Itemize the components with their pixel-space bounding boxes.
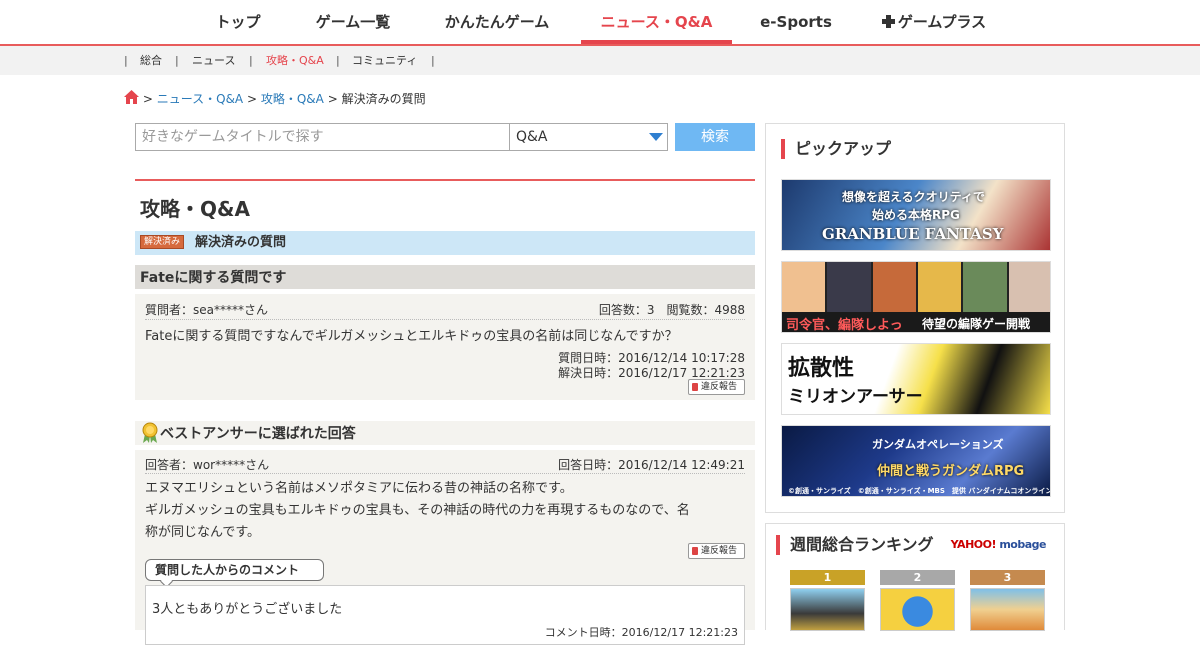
breadcrumb-news-qa[interactable]: ニュース・Q&A [157, 92, 243, 106]
question-title-bar: Fateに関する質問です [135, 265, 755, 289]
subnav-general[interactable]: 総合 [140, 46, 162, 75]
subnav-separator: | [431, 54, 435, 67]
trash-icon [692, 547, 698, 555]
banner-million-arthur[interactable]: 拡散性 ミリオンアーサー [781, 343, 1051, 415]
dotted-divider [145, 473, 745, 474]
nav-game-plus[interactable]: ゲームプラス [872, 0, 996, 44]
question-asker: 質問者：sea*****さん [145, 303, 268, 317]
search-button[interactable]: 検索 [675, 123, 755, 151]
nav-top[interactable]: トップ [203, 0, 273, 44]
subnav-community[interactable]: コミュニティ [352, 46, 417, 75]
page-title: 攻略・Q&A [140, 197, 250, 221]
banner-text: GRANBLUE FANTASY [822, 225, 1004, 243]
answerer: 回答者：wor*****さん [145, 458, 270, 472]
medal-icon [142, 422, 158, 443]
question-stats: 回答数：3 閲覧数：4988 [598, 303, 745, 317]
ranking-heading: 週間総合ランキング [776, 535, 934, 555]
banner-text: ガンダムオペレーションズ [872, 438, 1004, 451]
breadcrumb-separator: > [142, 92, 153, 106]
best-answer-header: ベストアンサーに選ばれた回答 [135, 421, 755, 445]
plus-icon [881, 15, 895, 28]
rank-1-game-thumbnail[interactable] [790, 588, 865, 631]
yahoo-logo-text: YAHOO! [950, 538, 997, 551]
dotted-divider [145, 319, 745, 320]
section-divider [135, 179, 755, 181]
chevron-down-icon [649, 133, 663, 141]
question-title: Fateに関する質問です [140, 270, 287, 286]
banner-text: ©創通・サンライズ ©創通・サンライズ・MBS 提供 バンダイナムコオンライン [788, 487, 1051, 495]
report-label: 違反報告 [701, 382, 738, 392]
answer-body: エヌマエリシュという名前はメソポタミアに伝わる昔の神話の名称です。 ギルガメッシ… [145, 478, 745, 544]
question-box: 質問者：sea*****さん 回答数：3 閲覧数：4988 Fateに関する質問… [135, 294, 755, 400]
rank-2-game-thumbnail[interactable] [880, 588, 955, 631]
nav-esports[interactable]: e-Sports [756, 0, 836, 44]
banner-text: 始める本格RPG [872, 208, 960, 222]
nav-easy-games[interactable]: かんたんゲーム [432, 0, 562, 44]
subnav-guide-qa[interactable]: 攻略・Q&A [266, 46, 324, 75]
breadcrumb: > ニュース・Q&A > 攻略・Q&A > 解決済みの質問 [124, 89, 426, 109]
banner-text: 仲間と戦うガンダムRPG [877, 464, 1025, 479]
breadcrumb-separator: > [327, 92, 338, 106]
answer-date: 回答日時：2016/12/14 12:49:21 [558, 458, 745, 472]
solved-header: 解決済み 解決済みの質問 [135, 231, 755, 255]
breadcrumb-current: 解決済みの質問 [341, 92, 426, 106]
banner-text: 想像を超えるクオリティで [842, 190, 985, 204]
category-select[interactable]: Q&A [509, 123, 668, 151]
comment-heading: 質問した人からのコメント [145, 559, 324, 581]
subnav-separator: | [336, 54, 340, 67]
search-input[interactable] [135, 123, 510, 151]
report-label: 違反報告 [701, 546, 738, 556]
pickup-heading: ピックアップ [781, 139, 891, 159]
breadcrumb-separator: > [246, 92, 258, 106]
banner-text: ミリオンアーサー [788, 387, 923, 407]
rank-badge-2: 2 [880, 570, 955, 585]
solved-label: 解決済みの質問 [195, 235, 287, 250]
pickup-panel: ピックアップ 想像を超えるクオリティで 始める本格RPG GRANBLUE FA… [765, 123, 1065, 513]
top-nav: トップ ゲーム一覧 かんたんゲーム ニュース・Q&A e-Sports ゲームプ… [0, 0, 1200, 46]
answer-box: 回答者：wor*****さん 回答日時：2016/12/14 12:49:21 … [135, 450, 755, 645]
report-button[interactable]: 違反報告 [688, 379, 745, 395]
home-icon[interactable] [124, 90, 139, 106]
yahoo-mobage-logo: YAHOO! mobage [950, 538, 1047, 551]
question-body: Fateに関する質問ですなんでギルガメッシュとエルキドゥの宝具の名前は同じなんで… [145, 329, 678, 344]
report-button[interactable]: 違反報告 [688, 543, 745, 559]
ranking-panel: 週間総合ランキング YAHOO! mobage 1 2 3 [765, 523, 1065, 631]
subnav-news[interactable]: ニュース [192, 46, 235, 75]
subnav-separator: | [175, 54, 179, 67]
nav-news-qa[interactable]: ニュース・Q&A [581, 0, 732, 44]
rank-badge-1: 1 [790, 570, 865, 585]
sub-nav: | 総合 | ニュース | 攻略・Q&A | コミュニティ | [0, 46, 1200, 75]
answer-line: ギルガメッシュの宝具もエルキドゥの宝具も、その神話の時代の力を再現するものなので… [145, 503, 690, 518]
trash-icon [692, 383, 698, 391]
nav-game-plus-label: ゲームプラス [897, 13, 987, 31]
banner-kancolle[interactable]: 司令官、編隊しよっ 待望の編隊ゲー開戦 [781, 261, 1051, 333]
answer-line: エヌマエリシュという名前はメソポタミアに伝わる昔の神話の名称です。 [145, 481, 573, 496]
comment-text: 3人ともありがとうございました [152, 602, 343, 617]
banner-portraits [782, 262, 1050, 312]
rank-badge-3: 3 [970, 570, 1045, 585]
subnav-separator: | [249, 54, 253, 67]
banner-gundam-operations[interactable]: ガンダムオペレーションズ 仲間と戦うガンダムRPG ©創通・サンライズ ©創通・… [781, 425, 1051, 497]
banner-text: 待望の編隊ゲー開戦 [922, 317, 1031, 331]
answer-line: 称が同じなんです。 [145, 525, 261, 540]
mobage-logo-text: mobage [999, 538, 1046, 551]
banner-text: 司令官、編隊しよっ [786, 318, 903, 333]
breadcrumb-guide-qa[interactable]: 攻略・Q&A [261, 92, 324, 106]
banner-granblue-fantasy[interactable]: 想像を超えるクオリティで 始める本格RPG GRANBLUE FANTASY [781, 179, 1051, 251]
comment-box: 3人ともありがとうございました コメント日時：2016/12/17 12:21:… [145, 585, 745, 645]
nav-game-list[interactable]: ゲーム一覧 [303, 0, 403, 44]
category-select-value: Q&A [516, 129, 548, 145]
rank-3-game-thumbnail[interactable] [970, 588, 1045, 631]
best-answer-heading: ベストアンサーに選ばれた回答 [160, 426, 356, 442]
comment-date: コメント日時：2016/12/17 12:21:23 [544, 626, 738, 639]
subnav-separator: | [124, 54, 128, 67]
solved-badge: 解決済み [140, 235, 185, 249]
banner-text: 拡散性 [788, 356, 855, 381]
